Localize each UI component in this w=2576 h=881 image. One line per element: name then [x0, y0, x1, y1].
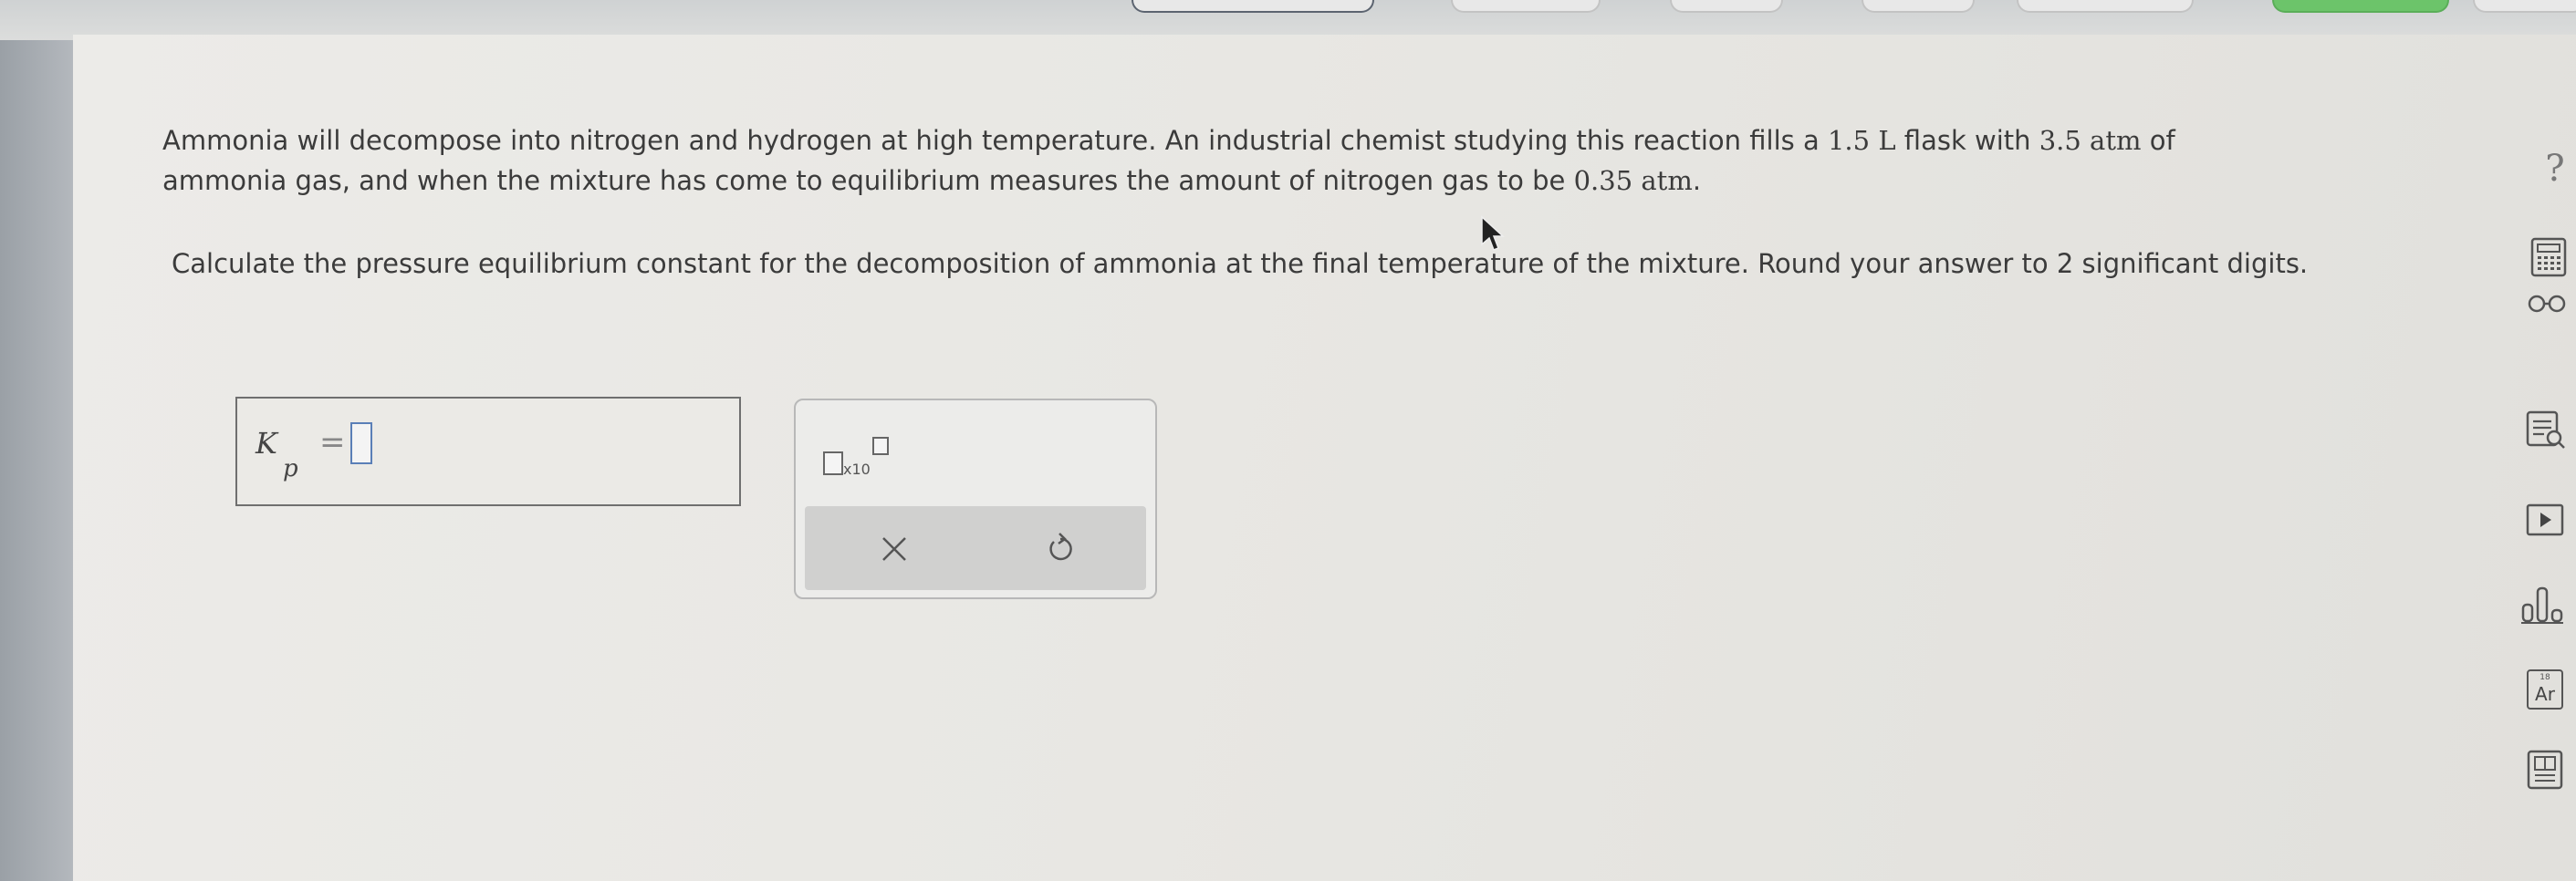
flask-volume: 1.5 L — [1827, 125, 1896, 156]
help-button[interactable]: ? — [2537, 146, 2573, 192]
glasses-icon — [2528, 295, 2566, 313]
equals-sign: = — [319, 424, 346, 461]
textbook-icon — [2526, 410, 2565, 449]
tab-stub-active[interactable] — [2272, 0, 2449, 13]
calculator-button[interactable] — [2528, 235, 2570, 279]
tool-actions-bar — [805, 506, 1146, 590]
question-text-segment: Ammonia will decompose into nitrogen and… — [162, 125, 1828, 156]
significant-digits: 2 — [2056, 248, 2074, 279]
periodic-table-button[interactable]: 18 Ar — [2524, 668, 2566, 711]
atomic-number: 18 — [2539, 673, 2550, 682]
help-icon: ? — [2545, 148, 2565, 190]
video-icon — [2526, 503, 2564, 536]
clear-button[interactable] — [867, 524, 922, 574]
tab-stub-2[interactable] — [1451, 0, 1601, 13]
reference-button[interactable] — [2524, 748, 2566, 792]
scientific-notation-button[interactable]: x10 — [823, 437, 896, 482]
glasses-button[interactable] — [2524, 290, 2570, 317]
element-symbol: Ar — [2535, 683, 2555, 705]
kp-subscript: p — [283, 455, 298, 482]
mouse-cursor-icon — [1481, 215, 1505, 251]
exponent-box — [872, 437, 889, 455]
question-line-1: Ammonia will decompose into nitrogen and… — [162, 120, 2371, 161]
nitrogen-pressure: 0.35 atm — [1573, 165, 1693, 196]
math-tool-panel: x10 — [794, 399, 1157, 599]
data-button[interactable] — [2519, 584, 2566, 626]
right-toolbar: ? 18 Ar — [2464, 137, 2567, 793]
reference-icon — [2527, 750, 2563, 790]
question-text-segment: of — [2141, 125, 2175, 156]
question-line-2: ammonia gas, and when the mixture has co… — [162, 161, 2371, 201]
x10-label: x10 — [843, 461, 871, 478]
question-text-segment: ammonia gas, and when the mixture has co… — [162, 165, 1574, 196]
periodic-table-icon: 18 Ar — [2527, 669, 2563, 710]
instruction-text: Calculate the pressure equilibrium const… — [172, 248, 2057, 279]
instruction-text: significant digits. — [2073, 248, 2309, 279]
mantissa-box — [823, 451, 843, 475]
tab-stub-1[interactable] — [1132, 0, 1374, 13]
question-text-segment: flask with — [1895, 125, 2039, 156]
tab-stub-5[interactable] — [2017, 0, 2194, 13]
tab-stub-3[interactable] — [1670, 0, 1783, 13]
question-text-segment: . — [1692, 165, 1702, 196]
undo-button[interactable] — [1033, 524, 1088, 574]
bar-chart-icon — [2521, 586, 2563, 624]
video-button[interactable] — [2524, 502, 2566, 538]
tab-stub-4[interactable] — [1862, 0, 1975, 13]
textbook-button[interactable] — [2524, 409, 2568, 451]
initial-pressure: 3.5 atm — [2039, 125, 2142, 156]
question-instruction: Calculate the pressure equilibrium const… — [172, 248, 2308, 279]
calculator-icon — [2530, 237, 2567, 277]
tab-stub-6[interactable] — [2473, 0, 2576, 13]
kp-symbol: K — [256, 426, 277, 461]
undo-icon — [1049, 533, 1072, 561]
close-icon — [882, 537, 906, 561]
answer-area: K p = — [235, 397, 741, 506]
answer-input[interactable] — [350, 422, 372, 464]
question-text: Ammonia will decompose into nitrogen and… — [162, 120, 2371, 201]
